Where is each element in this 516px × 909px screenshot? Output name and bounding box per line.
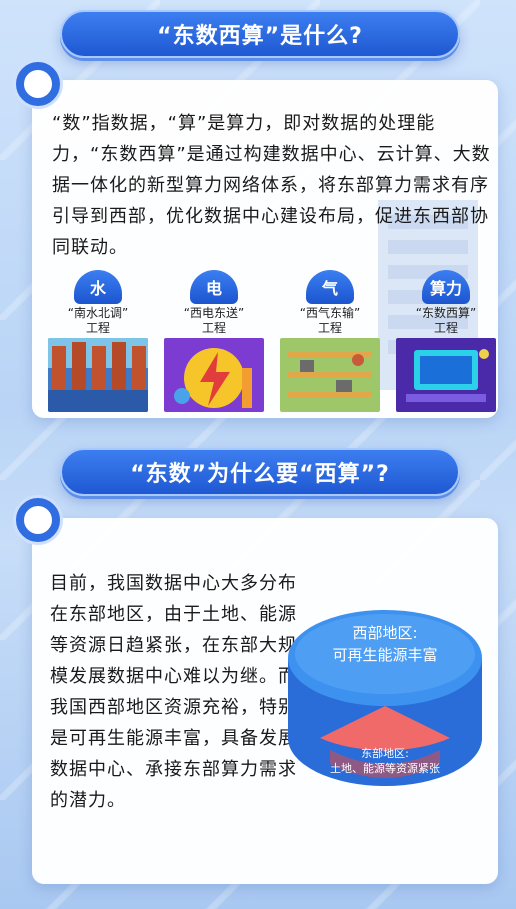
- east-region-label: 东部地区: 土地、能源等资源紧张: [310, 746, 460, 776]
- pipeline-illustration: [280, 338, 380, 412]
- east-region-desc: 土地、能源等资源紧张: [330, 762, 440, 775]
- tile-label-line2: 工程: [317, 321, 342, 335]
- section1-body: “数”指数据，“算”是算力，即对数据的处理能力，“东数西算”是通过构建数据中心、…: [52, 113, 491, 258]
- tile-label: “西电东送” 工程: [164, 306, 264, 336]
- tile-compute: 算力 “东数西算” 工程: [396, 270, 496, 412]
- tile-label: “西气东输” 工程: [280, 306, 380, 336]
- tile-label-line2: 工程: [433, 321, 458, 335]
- project-tiles: 水 “南水北调” 工程 电 “西电东送” 工程 气 “西气东输” 工程 算力 “…: [48, 270, 508, 412]
- section1-card: “数”指数据，“算”是算力，即对数据的处理能力，“东数西算”是通过构建数据中心、…: [32, 80, 498, 418]
- tile-badge: 算力: [422, 270, 470, 304]
- west-region-label: 西部地区: 可再生能源丰富: [300, 622, 470, 666]
- west-region-desc: 可再生能源丰富: [332, 646, 438, 664]
- tile-water: 水 “南水北调” 工程: [48, 270, 148, 412]
- tile-label-line2: 工程: [201, 321, 226, 335]
- lightning-illustration: [164, 338, 264, 412]
- tile-label-line1: “西电东送”: [183, 306, 245, 320]
- section1-title: “东数西算”是什么?: [60, 10, 460, 58]
- ring-decoration: [16, 62, 60, 106]
- east-region-title: 东部地区:: [361, 747, 409, 760]
- tile-label-line1: “东数西算”: [415, 306, 477, 320]
- tile-badge: 电: [190, 270, 238, 304]
- tile-label-line2: 工程: [85, 321, 110, 335]
- west-region-title: 西部地区:: [352, 624, 418, 642]
- tile-badge: 气: [306, 270, 354, 304]
- ring-decoration: [16, 498, 60, 542]
- tile-label-line1: “西气东输”: [299, 306, 361, 320]
- tile-electricity: 电 “西电东送” 工程: [164, 270, 264, 412]
- tile-label: “南水北调” 工程: [48, 306, 148, 336]
- tile-badge: 水: [74, 270, 122, 304]
- computer-illustration: [396, 338, 496, 412]
- section2-body: 目前，我国数据中心大多分布在东部地区，由于土地、能源等资源日趋紧张，在东部大规模…: [50, 573, 297, 811]
- tile-label: “东数西算” 工程: [396, 306, 496, 336]
- tile-label-line1: “南水北调”: [67, 306, 129, 320]
- section2-title: “东数”为什么要“西算”?: [60, 448, 460, 496]
- tile-gas: 气 “西气东输” 工程: [280, 270, 380, 412]
- section2-card: 目前，我国数据中心大多分布在东部地区，由于土地、能源等资源日趋紧张，在东部大规模…: [32, 518, 498, 884]
- dam-illustration: [48, 338, 148, 412]
